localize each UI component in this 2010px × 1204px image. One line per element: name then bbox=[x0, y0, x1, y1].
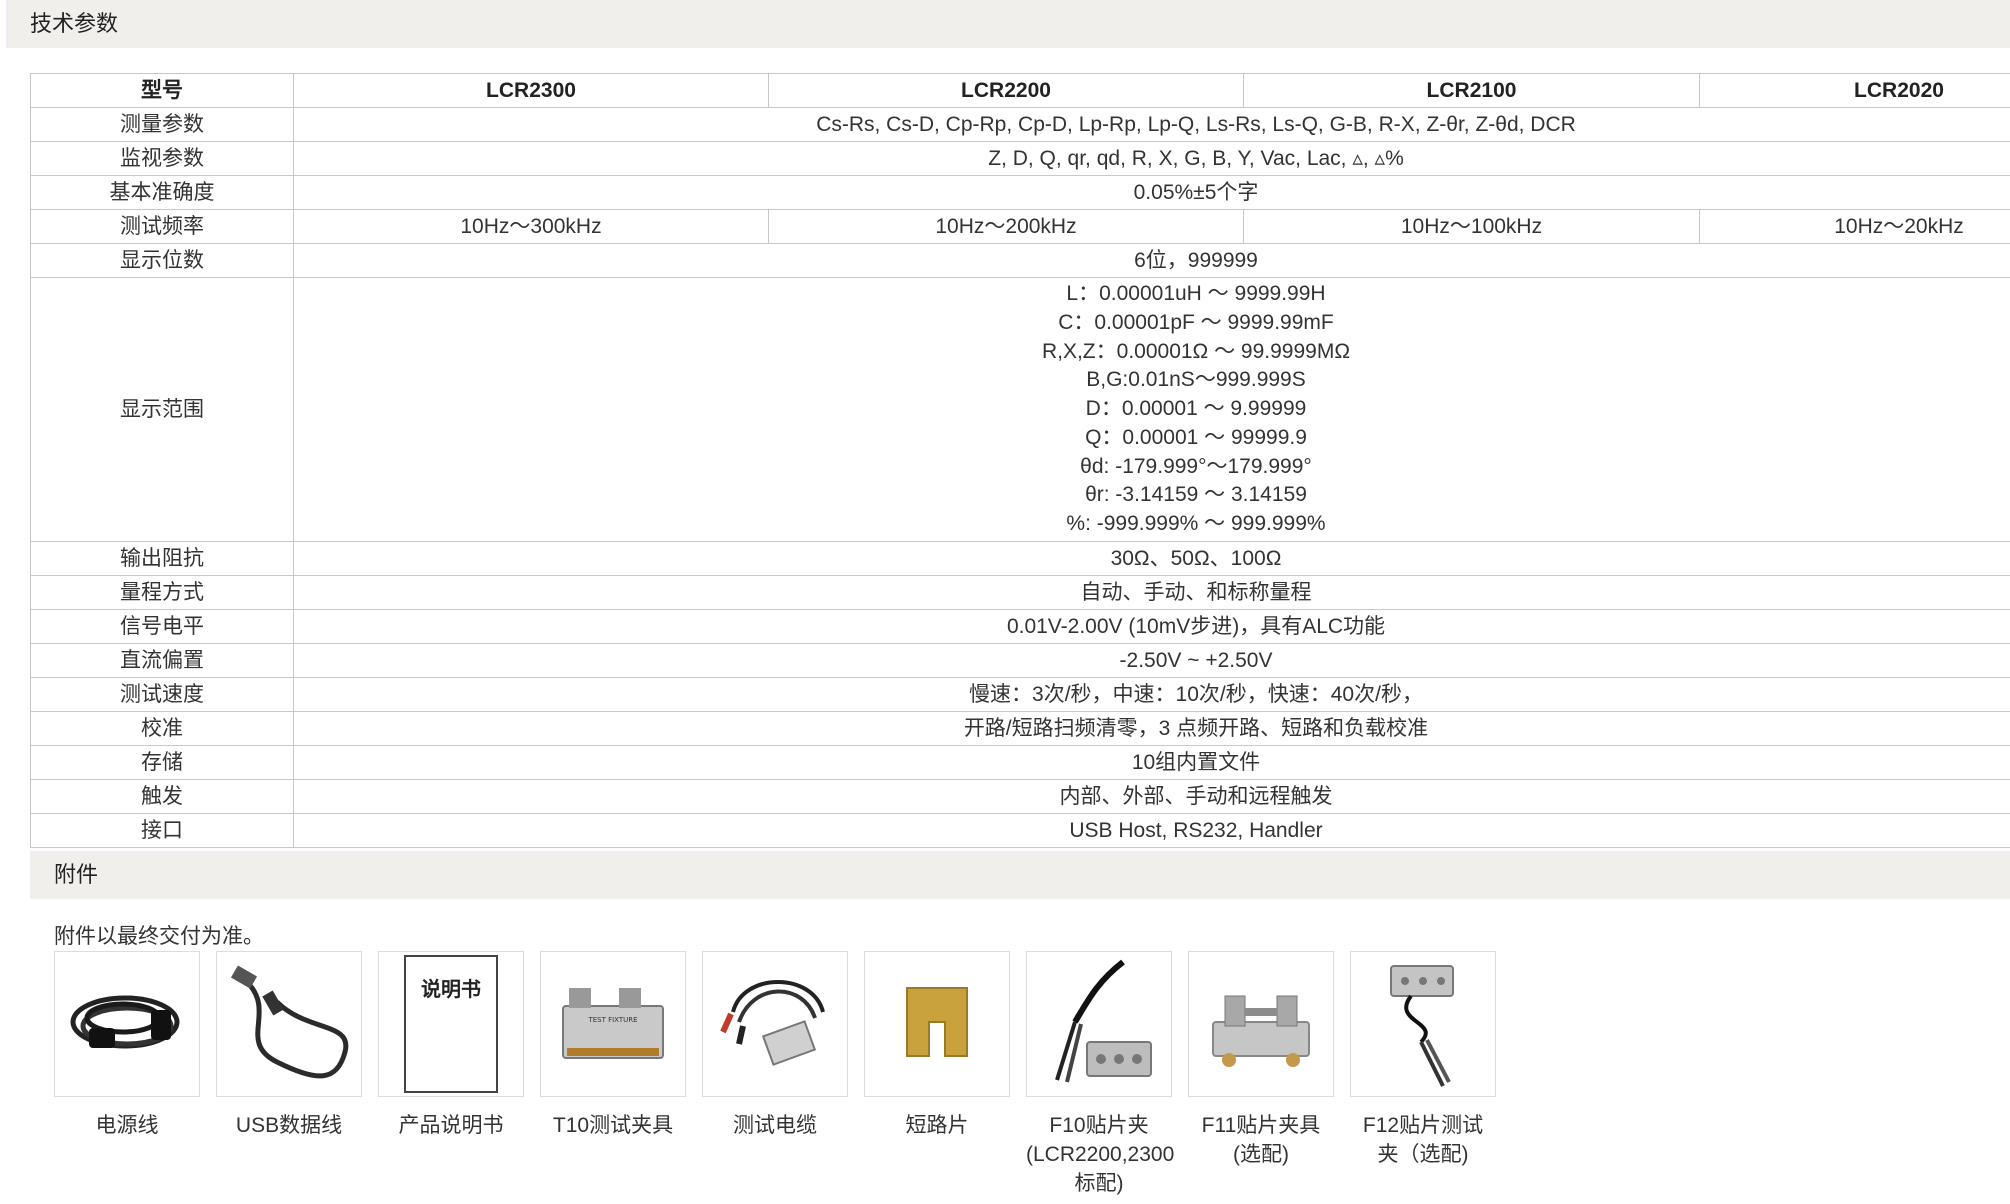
range-line: B,G:0.01nS～999.999S bbox=[1086, 368, 1306, 392]
accessory-label: T10测试夹具 bbox=[552, 1114, 674, 1137]
accessory-label: F12贴片测试 夹（选配) bbox=[1362, 1114, 1484, 1166]
range-line: θd: -179.999°～179.999° bbox=[1080, 454, 1312, 478]
accessory-item[interactable]: 电源线 bbox=[54, 951, 200, 1140]
row-value: 10组内置文件 bbox=[293, 745, 2010, 780]
f11-smd-fixture-icon bbox=[1188, 951, 1334, 1097]
table-row: 输出阻抗 30Ω、50Ω、100Ω bbox=[30, 541, 2010, 576]
range-line: D：0.00001 ～ 9.99999 bbox=[1085, 397, 1307, 421]
header-model-lcr2020: LCR2020 bbox=[1699, 73, 2010, 108]
row-label: 测试频率 bbox=[30, 209, 294, 244]
table-row: 直流偏置 -2.50V ~ +2.50V bbox=[30, 643, 2010, 678]
accessory-label: 测试电缆 bbox=[733, 1114, 817, 1137]
row-value: 30Ω、50Ω、100Ω bbox=[293, 541, 2010, 576]
accessory-item[interactable]: F11贴片夹具 (选配) bbox=[1188, 951, 1334, 1169]
row-label: 信号电平 bbox=[30, 609, 294, 644]
row-label: 校准 bbox=[30, 711, 294, 746]
range-line: θr: -3.14159 ～ 3.14159 bbox=[1085, 483, 1307, 507]
row-value: 6位，999999 bbox=[293, 243, 2010, 278]
header-model-lcr2300: LCR2300 bbox=[293, 73, 769, 108]
table-header-row: 型号 LCR2300 LCR2200 LCR2100 LCR2020 bbox=[30, 73, 2010, 108]
row-label: 触发 bbox=[30, 779, 294, 814]
row-value: 内部、外部、手动和远程触发 bbox=[293, 779, 2010, 814]
accessory-label: 电源线 bbox=[95, 1114, 159, 1137]
table-row: 量程方式 自动、手动、和标称量程 bbox=[30, 575, 2010, 610]
header-model-lcr2200: LCR2200 bbox=[768, 73, 1244, 108]
table-row: 测试频率 10Hz～300kHz 10Hz～200kHz 10Hz～100kHz… bbox=[30, 209, 2010, 244]
accessory-label: 短路片 bbox=[905, 1114, 969, 1137]
table-row: 存储 10组内置文件 bbox=[30, 745, 2010, 780]
row-value: 慢速：3次/秒，中速：10次/秒，快速：40次/秒， bbox=[293, 677, 2010, 712]
row-label: 测量参数 bbox=[30, 107, 294, 142]
row-value-lcr2200: 10Hz～200kHz bbox=[768, 209, 1244, 244]
accessory-item[interactable]: TEST FIXTURE T10测试夹具 bbox=[540, 951, 686, 1140]
table-row: 监视参数 Z, D, Q, qr, qd, R, X, G, B, Y, Vac… bbox=[30, 141, 2010, 176]
table-row: 接口 USB Host, RS232, Handler bbox=[30, 813, 2010, 848]
page: 技术参数 型号 LCR2300 LCR2200 LCR2100 LCR2020 … bbox=[0, 0, 2010, 1204]
row-value-lcr2100: 10Hz～100kHz bbox=[1243, 209, 1700, 244]
header-model-lcr2100: LCR2100 bbox=[1243, 73, 1700, 108]
row-label: 直流偏置 bbox=[30, 643, 294, 678]
row-value: -2.50V ~ +2.50V bbox=[293, 643, 2010, 678]
row-value-lcr2020: 10Hz～20kHz bbox=[1699, 209, 2010, 244]
table-row: 测试速度 慢速：3次/秒，中速：10次/秒，快速：40次/秒， bbox=[30, 677, 2010, 712]
manual-icon: 说明书 bbox=[378, 951, 524, 1097]
row-value: 0.01V-2.00V (10mV步进)，具有ALC功能 bbox=[293, 609, 2010, 644]
range-line: C：0.00001pF ～ 9999.99mF bbox=[1058, 310, 1334, 334]
shorting-plate-icon bbox=[864, 951, 1010, 1097]
t10-fixture-icon: TEST FIXTURE bbox=[540, 951, 686, 1097]
row-label: 显示范围 bbox=[30, 277, 294, 542]
accessory-item[interactable]: 说明书 产品说明书 bbox=[378, 951, 524, 1140]
accessory-item[interactable]: F12贴片测试 夹（选配) bbox=[1350, 951, 1496, 1169]
spec-table: 型号 LCR2300 LCR2200 LCR2100 LCR2020 测量参数 … bbox=[30, 73, 2010, 848]
row-value: 开路/短路扫频清零，3 点频开路、短路和负载校准 bbox=[293, 711, 2010, 746]
accessory-item[interactable]: 短路片 bbox=[864, 951, 1010, 1140]
row-value: 自动、手动、和标称量程 bbox=[293, 575, 2010, 610]
test-cable-icon bbox=[702, 951, 848, 1097]
accessory-label: USB数据线 bbox=[235, 1114, 343, 1137]
manual-cover-text: 说明书 bbox=[421, 977, 481, 1001]
table-row: 信号电平 0.01V-2.00V (10mV步进)，具有ALC功能 bbox=[30, 609, 2010, 644]
row-value: USB Host, RS232, Handler bbox=[293, 813, 2010, 848]
table-row: 显示范围 L：0.00001uH ～ 9999.99H C：0.00001pF … bbox=[30, 277, 2010, 542]
header-model-label: 型号 bbox=[30, 73, 294, 108]
display-range-value: L：0.00001uH ～ 9999.99H C：0.00001pF ～ 999… bbox=[293, 277, 2010, 542]
usb-cable-icon bbox=[216, 951, 362, 1097]
row-label: 基本准确度 bbox=[30, 175, 294, 210]
accessory-label: F10贴片夹 (LCR2200,2300 标配) bbox=[1026, 1114, 1175, 1195]
row-label: 量程方式 bbox=[30, 575, 294, 610]
section-title-spec: 技术参数 bbox=[6, 0, 2010, 48]
range-line: Q：0.00001 ～ 99999.9 bbox=[1085, 425, 1307, 449]
power-cord-icon bbox=[54, 951, 200, 1097]
accessory-label: F11贴片夹具 (选配) bbox=[1201, 1114, 1321, 1166]
fixture-print: TEST FIXTURE bbox=[587, 1016, 637, 1024]
row-label: 测试速度 bbox=[30, 677, 294, 712]
range-line: R,X,Z：0.00001Ω ～ 99.9999MΩ bbox=[1041, 339, 1351, 363]
row-label: 监视参数 bbox=[30, 141, 294, 176]
row-label: 显示位数 bbox=[30, 243, 294, 278]
table-row: 基本准确度 0.05%±5个字 bbox=[30, 175, 2010, 210]
table-row: 测量参数 Cs-Rs, Cs-D, Cp-Rp, Cp-D, Lp-Rp, Lp… bbox=[30, 107, 2010, 142]
table-row: 显示位数 6位，999999 bbox=[30, 243, 2010, 278]
accessory-label: 产品说明书 bbox=[398, 1114, 504, 1137]
row-label: 接口 bbox=[30, 813, 294, 848]
accessories-note: 附件以最终交付为准。 bbox=[54, 925, 264, 948]
range-line: %: -999.999% ～ 999.999% bbox=[1066, 512, 1326, 536]
range-line: L：0.00001uH ～ 9999.99H bbox=[1066, 281, 1326, 305]
section-title-accessories: 附件 bbox=[30, 851, 2010, 899]
row-value: Cs-Rs, Cs-D, Cp-Rp, Cp-D, Lp-Rp, Lp-Q, L… bbox=[293, 107, 2010, 142]
row-value: Z, D, Q, qr, qd, R, X, G, B, Y, Vac, Lac… bbox=[293, 141, 2010, 176]
row-label: 存储 bbox=[30, 745, 294, 780]
accessory-item[interactable]: USB数据线 bbox=[216, 951, 362, 1140]
accessory-item[interactable]: 测试电缆 bbox=[702, 951, 848, 1140]
f12-smd-test-clip-icon bbox=[1350, 951, 1496, 1097]
table-row: 触发 内部、外部、手动和远程触发 bbox=[30, 779, 2010, 814]
row-value: 0.05%±5个字 bbox=[293, 175, 2010, 210]
table-row: 校准 开路/短路扫频清零，3 点频开路、短路和负载校准 bbox=[30, 711, 2010, 746]
row-value-lcr2300: 10Hz～300kHz bbox=[293, 209, 769, 244]
f10-smd-clip-icon bbox=[1026, 951, 1172, 1097]
accessory-item[interactable]: F10贴片夹 (LCR2200,2300 标配) bbox=[1026, 951, 1175, 1198]
row-label: 输出阻抗 bbox=[30, 541, 294, 576]
